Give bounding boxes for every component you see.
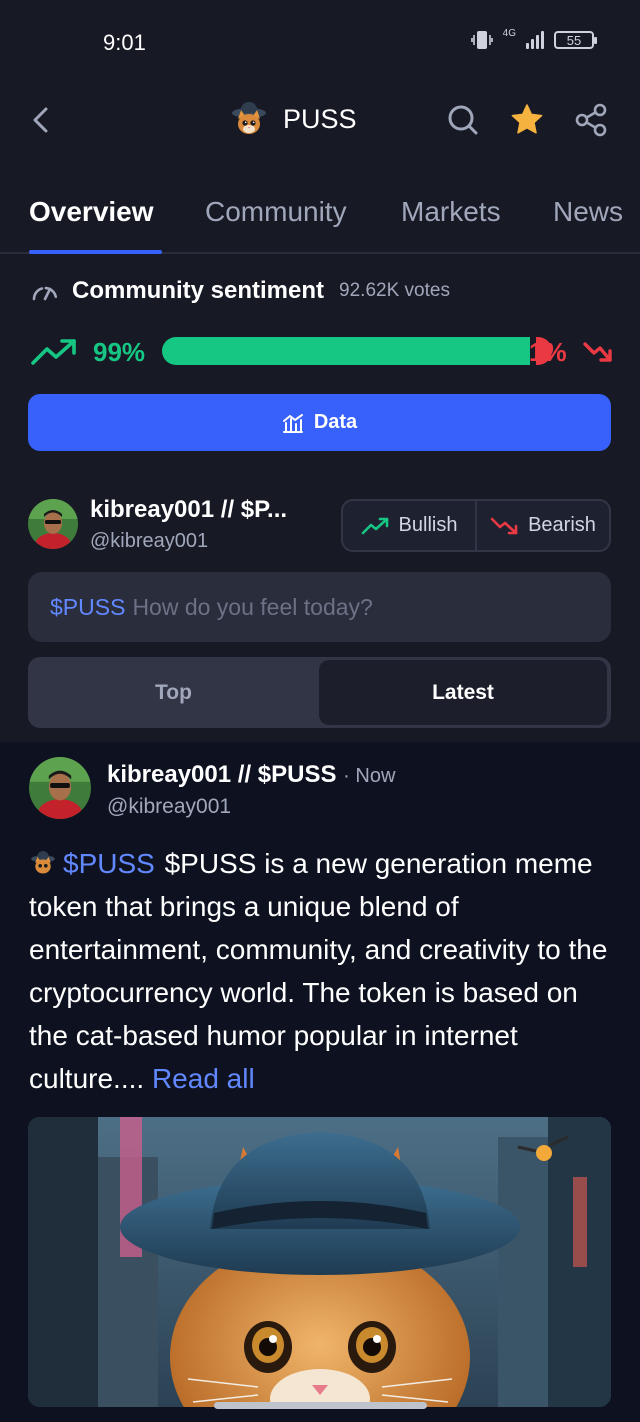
- compose-input[interactable]: $PUSS How do you feel today?: [28, 572, 611, 642]
- avatar[interactable]: [28, 499, 78, 549]
- post-tag[interactable]: $PUSS: [63, 848, 155, 879]
- page-title: PUSS: [283, 103, 357, 134]
- active-tab-indicator: [29, 250, 162, 254]
- bearish-percent: 1%: [529, 337, 567, 367]
- post-text: $PUSS is a new generation meme token tha…: [29, 848, 608, 1094]
- post-body: $PUSS $PUSS is a new generation meme tok…: [29, 842, 614, 1100]
- post-author[interactable]: kibreay001 // $PUSS · Now: [107, 761, 395, 789]
- sort-top-button[interactable]: Top: [28, 657, 319, 728]
- post-feed: kibreay001 // $PUSS · Now @kibreay001 $P…: [0, 742, 640, 1422]
- home-indicator[interactable]: [214, 1402, 427, 1409]
- trend-down-icon: [583, 342, 612, 362]
- poster-handle: @kibreay001: [90, 530, 209, 552]
- compose-placeholder: How do you feel today?: [132, 593, 373, 620]
- avatar[interactable]: [29, 757, 91, 819]
- search-icon: [448, 105, 478, 135]
- status-time: 9:01: [103, 30, 146, 55]
- sentiment-track: [162, 337, 552, 365]
- votes-count: 92.62K votes: [339, 280, 450, 301]
- sort-toggle: Top Latest: [28, 657, 611, 728]
- trend-down-icon: [490, 517, 518, 534]
- network-type: 4G: [502, 27, 516, 39]
- back-button[interactable]: [24, 102, 60, 138]
- post-author-name: kibreay001 // $PUSS: [107, 761, 337, 788]
- app-header: PUSS: [0, 86, 640, 156]
- bullish-percent: 99%: [93, 337, 146, 367]
- puss-logo-icon: [31, 851, 55, 874]
- watchlist-button[interactable]: [509, 102, 545, 138]
- vote-buttons: Bullish Bearish: [341, 499, 611, 552]
- chart-icon: [282, 413, 303, 433]
- post-header: kibreay001 // $PUSS · Now @kibreay001: [29, 757, 609, 821]
- post-time: · Now: [343, 765, 396, 787]
- bullish-button[interactable]: Bullish: [343, 501, 475, 550]
- data-button[interactable]: Data: [28, 394, 611, 451]
- trend-up-icon: [31, 339, 76, 365]
- share-button[interactable]: [573, 102, 609, 138]
- token-title: PUSS: [229, 99, 357, 139]
- poster-name[interactable]: kibreay001 // $P...: [90, 496, 287, 524]
- tab-bar: Overview Community Markets News: [0, 182, 640, 254]
- bearish-button[interactable]: Bearish: [475, 501, 609, 550]
- battery-icon: 55: [554, 31, 597, 49]
- bullish-fill: [162, 337, 530, 365]
- data-button-label: Data: [313, 411, 358, 433]
- sentiment-bar: 99% 1%: [30, 334, 612, 372]
- tab-news[interactable]: News: [553, 196, 623, 228]
- star-icon: [511, 104, 543, 134]
- tab-community[interactable]: Community: [205, 196, 347, 228]
- signal-icon: [526, 31, 544, 49]
- status-icons: 4G 55: [470, 27, 597, 50]
- bearish-label: Bearish: [528, 514, 596, 536]
- puss-logo-icon: [232, 102, 266, 134]
- sentiment-title: Community sentiment: [72, 277, 325, 304]
- post-image[interactable]: [28, 1117, 611, 1407]
- sentiment-poster: kibreay001 // $P... @kibreay001 Bullish …: [28, 496, 611, 556]
- trend-up-icon: [361, 517, 388, 534]
- post-handle: @kibreay001: [107, 795, 232, 818]
- status-bar: 9:01 4G 55: [0, 0, 640, 86]
- vibrate-icon: [470, 31, 493, 49]
- sentiment-header: Community sentiment 92.62K votes: [30, 277, 450, 305]
- read-all-link[interactable]: Read all: [152, 1063, 255, 1094]
- search-button[interactable]: [445, 102, 481, 138]
- gauge-icon: [32, 286, 58, 301]
- sort-latest-button[interactable]: Latest: [319, 660, 607, 725]
- chevron-left-icon: [33, 107, 48, 133]
- compose-tag: $PUSS: [50, 593, 126, 620]
- bullish-label: Bullish: [398, 514, 458, 536]
- avatar-image: [28, 499, 78, 549]
- tab-markets[interactable]: Markets: [401, 196, 501, 228]
- tab-overview[interactable]: Overview: [29, 196, 154, 228]
- cat-in-hat-image: [28, 1117, 611, 1407]
- share-icon: [575, 103, 607, 137]
- avatar-image: [29, 757, 91, 819]
